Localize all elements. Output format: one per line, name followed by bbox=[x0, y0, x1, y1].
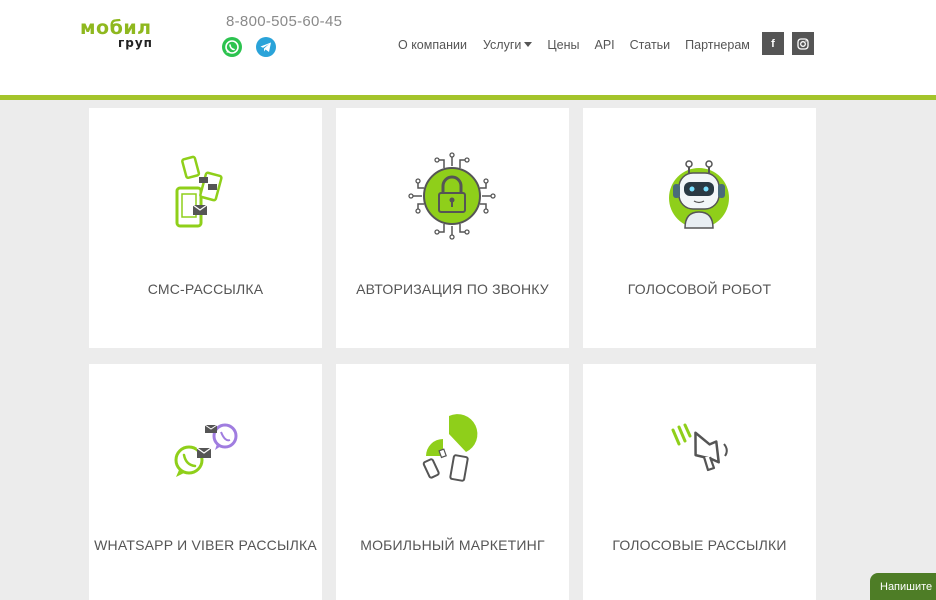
pie-chart-phones-icon bbox=[402, 402, 502, 502]
service-card-call-auth[interactable]: АВТОРИЗАЦИЯ ПО ЗВОНКУ bbox=[336, 108, 569, 348]
service-card-voice-robot[interactable]: ГОЛОСОВОЙ РОБОТ bbox=[583, 108, 816, 348]
service-title: МОБИЛЬНЫЙ МАРКЕТИНГ bbox=[360, 537, 545, 553]
service-title: АВТОРИЗАЦИЯ ПО ЗВОНКУ bbox=[356, 281, 549, 297]
logo-bottom-text: груп bbox=[118, 36, 153, 50]
site-header: мобил груп 8-800-505-60-45 О компании Ус… bbox=[0, 0, 936, 95]
instagram-icon[interactable] bbox=[792, 32, 814, 55]
instagram-glyph bbox=[797, 37, 809, 50]
service-title: WHATSAPP И VIBER РАССЫЛКА bbox=[94, 537, 317, 553]
robot-icon bbox=[649, 146, 749, 246]
service-title: ГОЛОСОВОЙ РОБОТ bbox=[627, 281, 772, 297]
nav-item-articles[interactable]: Статьи bbox=[630, 38, 671, 52]
service-title: ГОЛОСОВЫЕ РАССЫЛКИ bbox=[612, 537, 787, 553]
caret-down-icon bbox=[524, 42, 533, 47]
phone-number[interactable]: 8-800-505-60-45 bbox=[226, 13, 342, 30]
nav-item-about[interactable]: О компании bbox=[398, 38, 467, 52]
nav-item-services[interactable]: Услуги bbox=[482, 38, 533, 52]
facebook-icon[interactable]: f bbox=[762, 32, 784, 55]
telegram-icon[interactable] bbox=[256, 37, 276, 57]
nav-item-services-label: Услуги bbox=[482, 38, 522, 52]
main-nav: О компании Услуги Цены API Статьи Партне… bbox=[398, 36, 750, 54]
service-card-voice-mailing[interactable]: ГОЛОСОВЫЕ РАССЫЛКИ bbox=[583, 364, 816, 600]
nav-item-partners[interactable]: Партнерам bbox=[685, 38, 750, 52]
service-card-mobile-marketing[interactable]: МОБИЛЬНЫЙ МАРКЕТИНГ bbox=[336, 364, 569, 600]
megaphone-icon bbox=[649, 402, 749, 502]
padlock-icon bbox=[402, 146, 502, 246]
header-accent-line bbox=[0, 95, 936, 100]
nav-item-api[interactable]: API bbox=[595, 38, 615, 52]
whatsapp-icon[interactable] bbox=[222, 37, 242, 57]
nav-item-prices[interactable]: Цены bbox=[547, 38, 579, 52]
service-title: СМС-РАССЫЛКА bbox=[147, 281, 264, 297]
chat-widget-button[interactable]: Напишите нам bbox=[870, 573, 936, 600]
service-card-whatsapp-viber[interactable]: WHATSAPP И VIBER РАССЫЛКА bbox=[89, 364, 322, 600]
whatsapp-viber-icon bbox=[155, 402, 255, 502]
logo[interactable]: мобил груп bbox=[80, 17, 164, 53]
sms-phones-icon bbox=[155, 146, 255, 246]
service-card-sms[interactable]: СМС-РАССЫЛКА bbox=[89, 108, 322, 348]
